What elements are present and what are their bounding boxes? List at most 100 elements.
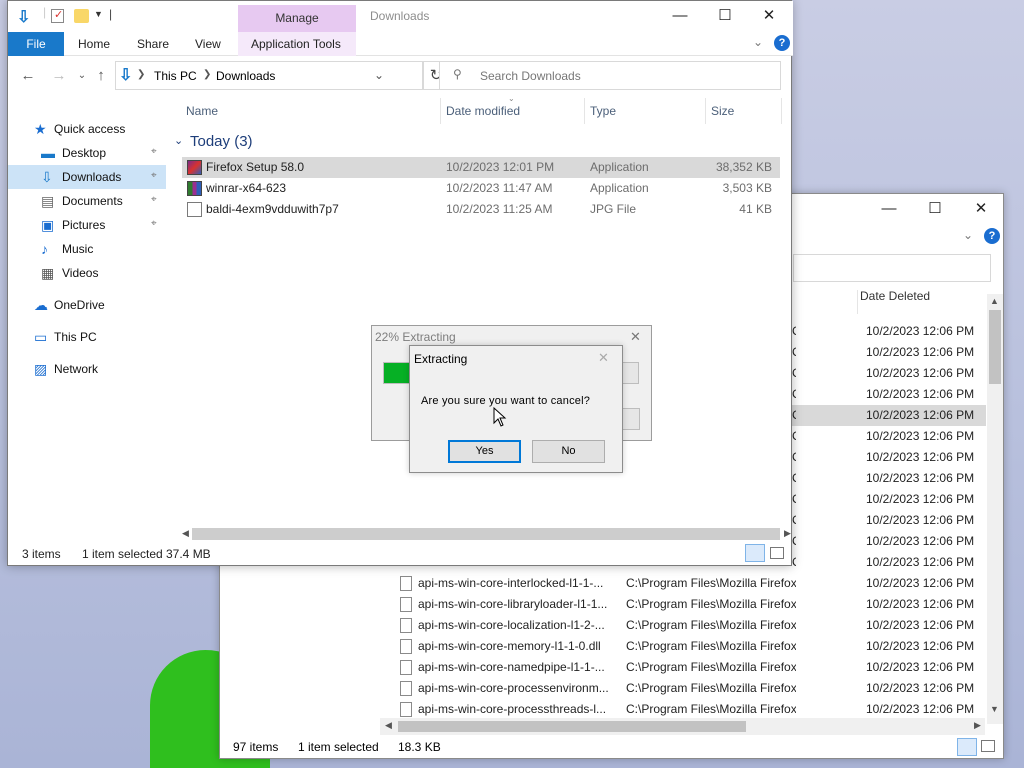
sidebar-item-this-pc[interactable]: ▭ This PC (8, 325, 166, 349)
sidebar-item-label: Music (62, 242, 94, 256)
new-folder-icon[interactable] (74, 9, 89, 23)
table-row[interactable]: api-ms-win-core-libraryloader-l1-1... C:\… (220, 594, 986, 615)
horizontal-scrollbar[interactable]: ◀ ▶ (380, 718, 985, 735)
table-row[interactable]: api-ms-win-core-memory-l1-1-0.dll C:\Prog… (220, 636, 986, 657)
dll-file-icon (400, 576, 412, 591)
original-location: C:\Program Files\Mozilla Firefox (626, 597, 796, 611)
tab-application-tools[interactable]: Application Tools (251, 37, 341, 51)
scrollbar-thumb[interactable] (989, 310, 1001, 384)
image-file-icon (187, 202, 202, 217)
maximize-button[interactable]: ☐ (912, 194, 958, 224)
recent-locations-icon[interactable]: ⌄ (72, 66, 92, 86)
manage-tab[interactable]: Manage (238, 5, 356, 32)
table-row[interactable]: api-ms-win-core-processenvironm... C:\Pro… (220, 678, 986, 699)
file-type: JPG File (590, 202, 637, 216)
network-icon: ▨ (34, 361, 48, 377)
large-icons-view-icon[interactable] (770, 547, 784, 559)
scrollbar-thumb[interactable] (192, 528, 780, 540)
column-header-name[interactable]: Name (186, 104, 218, 118)
pin-icon[interactable]: ⌖ (151, 218, 157, 229)
column-header-type[interactable]: Type (590, 104, 616, 118)
scroll-left-icon[interactable]: ◀ (182, 528, 189, 539)
tab-view[interactable]: View (195, 37, 221, 51)
documents-icon: ▤ (41, 193, 55, 209)
forward-arrow-icon[interactable]: → (49, 66, 69, 86)
date-deleted: 10/2/2023 12:06 PM (866, 492, 975, 506)
file-row[interactable]: baldi-4exm9vdduwith7p7 10/2/2023 11:25 AM… (182, 199, 780, 220)
large-icons-view-icon[interactable] (981, 740, 995, 752)
search-input[interactable] (793, 254, 991, 282)
close-button[interactable]: ✕ (746, 1, 792, 31)
sidebar-item-documents[interactable]: ▤ Documents ⌖ (8, 189, 166, 213)
close-button[interactable]: ✕ (958, 194, 1004, 224)
sidebar-item-onedrive[interactable]: ☁ OneDrive (8, 293, 166, 317)
date-deleted: 10/2/2023 12:06 PM (866, 660, 975, 674)
minimize-button[interactable]: — (657, 1, 703, 31)
column-header-size[interactable]: Size (711, 104, 734, 118)
selection-info: 1 item selected (298, 740, 379, 754)
breadcrumb-this-pc[interactable]: This PC (154, 69, 197, 83)
sidebar-item-label: Videos (62, 266, 99, 280)
sidebar-item-network[interactable]: ▨ Network (8, 357, 166, 381)
minimize-button[interactable]: — (866, 194, 912, 224)
close-icon[interactable]: ✕ (630, 329, 641, 345)
qat-dropdown-icon[interactable]: ▼ (94, 9, 103, 19)
properties-icon[interactable]: ✓ (51, 9, 64, 23)
breadcrumb-downloads[interactable]: Downloads (216, 69, 275, 83)
pin-icon[interactable]: ⌖ (151, 146, 157, 157)
original-location: C:\Program Files\Mozilla Firefox (792, 408, 796, 422)
back-arrow-icon[interactable]: ← (18, 66, 38, 86)
date-deleted: 10/2/2023 12:06 PM (866, 450, 975, 464)
maximize-button[interactable]: ☐ (702, 1, 748, 31)
file-type: Application (590, 181, 649, 195)
file-date: 10/2/2023 12:01 PM (446, 160, 555, 174)
pin-icon[interactable]: ⌖ (151, 194, 157, 205)
address-dropdown-icon[interactable]: ⌄ (374, 68, 384, 82)
yes-button[interactable]: Yes (448, 440, 521, 463)
mouse-cursor-icon (493, 407, 507, 427)
scrollbar-thumb[interactable] (398, 721, 746, 732)
group-header[interactable]: Today (3) (190, 133, 253, 150)
tab-share[interactable]: Share (137, 37, 169, 51)
tab-home[interactable]: Home (78, 37, 110, 51)
table-row[interactable]: api-ms-win-core-namedpipe-l1-1-... C:\Pro… (220, 657, 986, 678)
sidebar-item-pictures[interactable]: ▣ Pictures ⌖ (8, 213, 166, 237)
sidebar-item-music[interactable]: ♪ Music (8, 237, 166, 261)
ribbon-expand-icon[interactable]: ⌄ (963, 228, 973, 242)
help-icon[interactable]: ? (984, 228, 1000, 244)
breadcrumb-chevron-icon[interactable]: ❯ (137, 69, 145, 80)
table-row[interactable]: api-ms-win-core-interlocked-l1-1-... C:\P… (220, 573, 986, 594)
sidebar-item-videos[interactable]: ▦ Videos (8, 261, 166, 285)
file-row[interactable]: winrar-x64-623 10/2/2023 11:47 AM Applicat… (182, 178, 780, 199)
file-row[interactable]: Firefox Setup 58.0 10/2/2023 12:01 PM Appl… (182, 157, 780, 178)
pin-icon[interactable]: ⌖ (151, 170, 157, 181)
dll-file-icon (400, 618, 412, 633)
scroll-right-icon[interactable]: ▶ (784, 528, 791, 539)
no-button[interactable]: No (532, 440, 605, 463)
selection-size: 18.3 KB (398, 740, 441, 754)
ribbon-expand-icon[interactable]: ⌄ (753, 35, 763, 49)
breadcrumb-chevron-icon[interactable]: ❯ (203, 69, 211, 80)
sidebar-item-quick-access[interactable]: ★ Quick access (8, 117, 166, 141)
column-header-date-deleted[interactable]: Date Deleted (860, 289, 930, 303)
tab-file[interactable]: File (8, 32, 64, 56)
scroll-right-icon[interactable]: ▶ (974, 720, 981, 731)
details-view-icon[interactable] (745, 544, 765, 562)
up-arrow-icon[interactable]: ↑ (91, 66, 111, 86)
sidebar-item-downloads[interactable]: ⇩ Downloads ⌖ (8, 165, 166, 189)
search-input[interactable]: ⚲ Search Downloads (439, 61, 781, 90)
separator: | (109, 7, 113, 21)
vertical-scrollbar[interactable]: ▲ ▼ (987, 294, 1003, 724)
scroll-left-icon[interactable]: ◀ (385, 720, 392, 731)
help-icon[interactable]: ? (774, 35, 790, 51)
sidebar-item-desktop[interactable]: ▬ Desktop ⌖ (8, 141, 166, 165)
column-header-date-modified[interactable]: Date modified (446, 104, 520, 118)
scroll-up-icon[interactable]: ▲ (990, 296, 999, 306)
address-bar[interactable]: ⇩ ❯ This PC ❯ Downloads ⌄ (115, 61, 423, 90)
scroll-down-icon[interactable]: ▼ (990, 704, 999, 714)
table-row[interactable]: api-ms-win-core-processthreads-l... C:\Pr… (220, 699, 986, 720)
table-row[interactable]: api-ms-win-core-localization-l1-2-... C:\… (220, 615, 986, 636)
group-collapse-icon[interactable]: ⌄ (174, 134, 183, 147)
close-icon[interactable]: ✕ (598, 350, 609, 366)
details-view-icon[interactable] (957, 738, 977, 756)
